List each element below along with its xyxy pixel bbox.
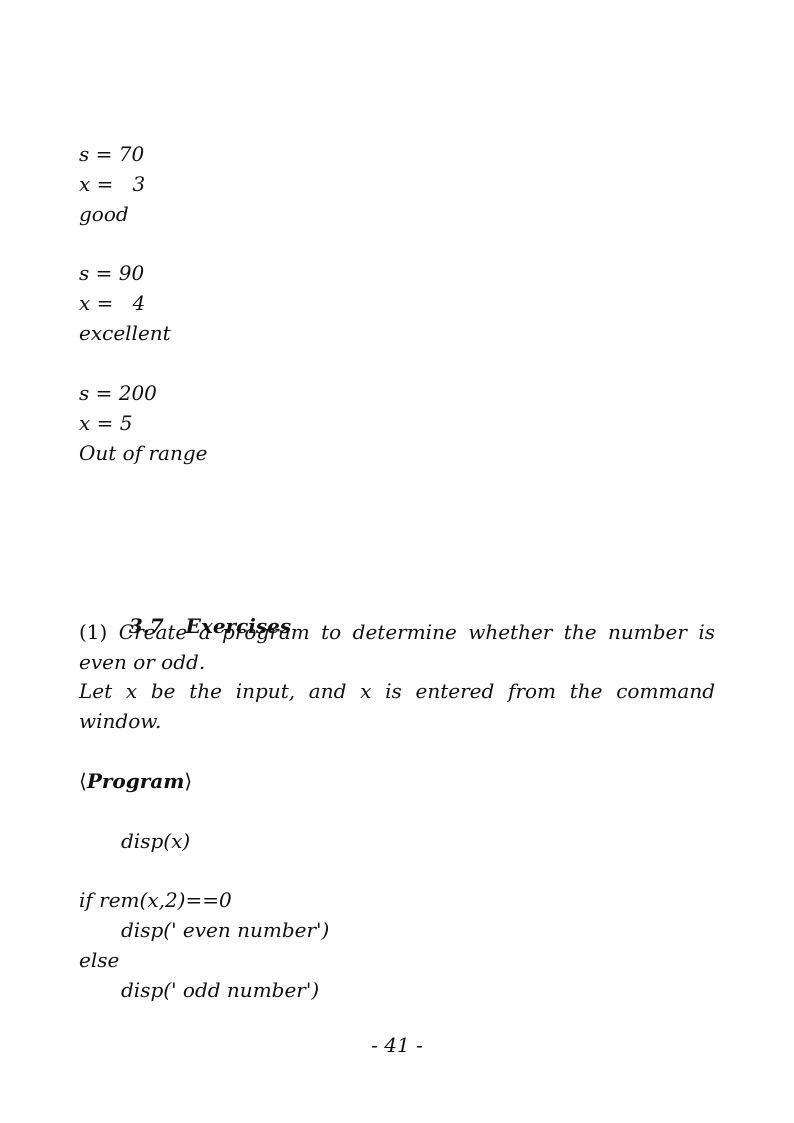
exercise-statement: (1) Create a program to determine whethe… <box>79 618 715 677</box>
output-x-value-1: x = 3 <box>79 172 146 196</box>
code-line-disp-even: disp(' even number') <box>121 918 330 942</box>
program-label-text: Program <box>86 769 185 793</box>
exercise-input-note: Let x be the input, and x is entered fro… <box>79 679 715 733</box>
open-angle-bracket: ⟨ <box>79 769 87 793</box>
code-line-disp-odd: disp(' odd number') <box>121 978 320 1002</box>
output-s-value-3: s = 200 <box>79 381 157 405</box>
exercise-marker: (1) <box>79 620 108 644</box>
output-x-value-3: x = 5 <box>79 411 133 435</box>
code-line-disp-x: disp(x) <box>121 829 191 853</box>
output-s-value-1: s = 70 <box>79 142 145 166</box>
exercise-text: Create a program to determine whether th… <box>79 620 715 674</box>
output-s-value-2: s = 90 <box>79 261 145 285</box>
output-result-3: Out of range <box>79 441 208 465</box>
close-angle-bracket: ⟩ <box>184 769 193 793</box>
program-label: ⟨Program⟩ <box>79 769 192 793</box>
output-result-2: excellent <box>79 321 171 345</box>
output-x-value-2: x = 4 <box>79 291 146 315</box>
output-result-1: good <box>79 202 129 226</box>
page-number: - 41 - <box>371 1033 423 1057</box>
code-line-if: if rem(x,2)==0 <box>79 888 232 912</box>
code-line-else: else <box>79 948 120 972</box>
